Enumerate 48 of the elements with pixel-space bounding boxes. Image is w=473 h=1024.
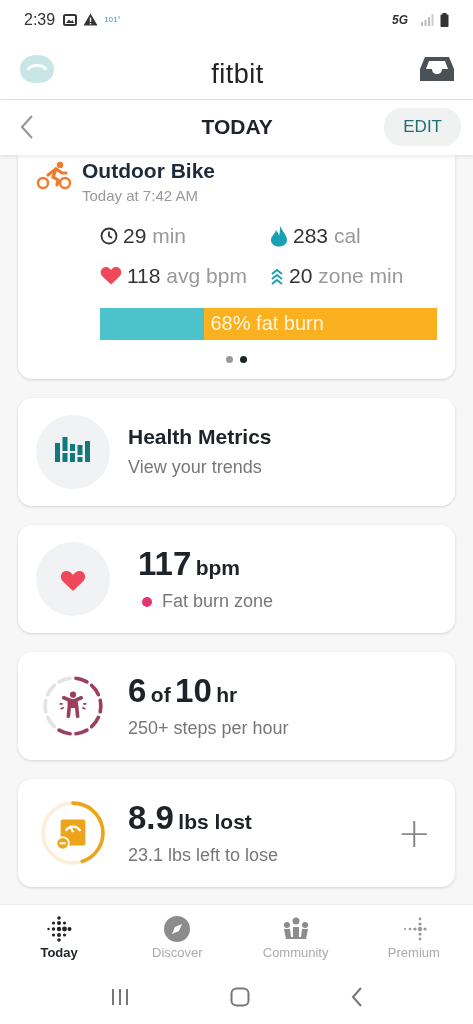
tile-card[interactable]: 117 bpm Fat burn zone <box>18 524 455 633</box>
hours-value: 6 of 10 hr <box>128 672 239 711</box>
stat-text: 29 min <box>123 223 187 248</box>
scale-progress-icon <box>40 799 106 866</box>
tile-subtitle: Fat burn zone <box>162 591 274 613</box>
stat-text: 118 avg bpm <box>127 263 247 288</box>
exercise-card[interactable]: Outdoor Bike Today at 7:42 AM 29 min 283 cal 118 avg bpm 20 zone min 68% fat burn <box>18 154 455 379</box>
network-label: 5G <box>392 12 408 27</box>
app-title: fitbit <box>211 58 264 90</box>
exercise-name: Outdoor Bike <box>82 158 215 183</box>
heart-rate-value: 117 bpm <box>138 545 242 584</box>
zone-icon <box>270 266 284 285</box>
battery-icon <box>440 12 449 27</box>
clock-icon <box>100 226 118 245</box>
tile-card[interactable]: 8.9 lbs lost 23.1 lbs left to lose + <box>18 778 455 887</box>
temperature-text: 101° <box>104 15 121 25</box>
compass-icon <box>163 915 192 944</box>
back-icon[interactable] <box>20 114 34 141</box>
tile-title: Health Metrics <box>128 425 272 450</box>
nav-tab[interactable]: Today <box>9 914 110 962</box>
fat-burn-label: 68% fat burn <box>209 312 324 336</box>
inbox-icon[interactable] <box>419 55 455 84</box>
tile-subtitle: 23.1 lbs left to lose <box>128 845 279 867</box>
add-button[interactable]: + <box>391 809 437 856</box>
status-time: 2:39 <box>24 10 56 29</box>
image-icon <box>63 13 78 26</box>
signal-icon <box>420 13 434 26</box>
exercise-time: Today at 7:42 AM <box>82 186 199 204</box>
page-dot[interactable] <box>240 355 247 363</box>
stat-text: 283 cal <box>293 223 361 248</box>
cyclist-icon <box>36 160 72 191</box>
bar-chart-icon <box>36 414 110 489</box>
recent-apps-icon[interactable] <box>110 988 131 1006</box>
stat-text: 20 zone min <box>289 263 404 288</box>
warning-icon <box>83 13 99 27</box>
page-title: TODAY <box>201 115 273 140</box>
page-dot[interactable] <box>226 355 233 363</box>
tile-card[interactable]: Health Metrics View your trends <box>18 397 455 506</box>
drop-icon <box>270 224 288 247</box>
tile-subtitle: View your trends <box>128 457 263 479</box>
home-icon[interactable] <box>230 987 251 1007</box>
dots-logo-icon <box>45 915 74 944</box>
heart-icon <box>100 266 122 286</box>
tile-subtitle: 250+ steps per hour <box>128 718 289 740</box>
edit-button[interactable]: EDIT <box>384 108 461 147</box>
tile-card[interactable]: 6 of 10 hr 250+ steps per hour <box>18 651 455 760</box>
weight-value: 8.9 lbs lost <box>128 799 253 838</box>
back-icon[interactable] <box>350 987 363 1007</box>
